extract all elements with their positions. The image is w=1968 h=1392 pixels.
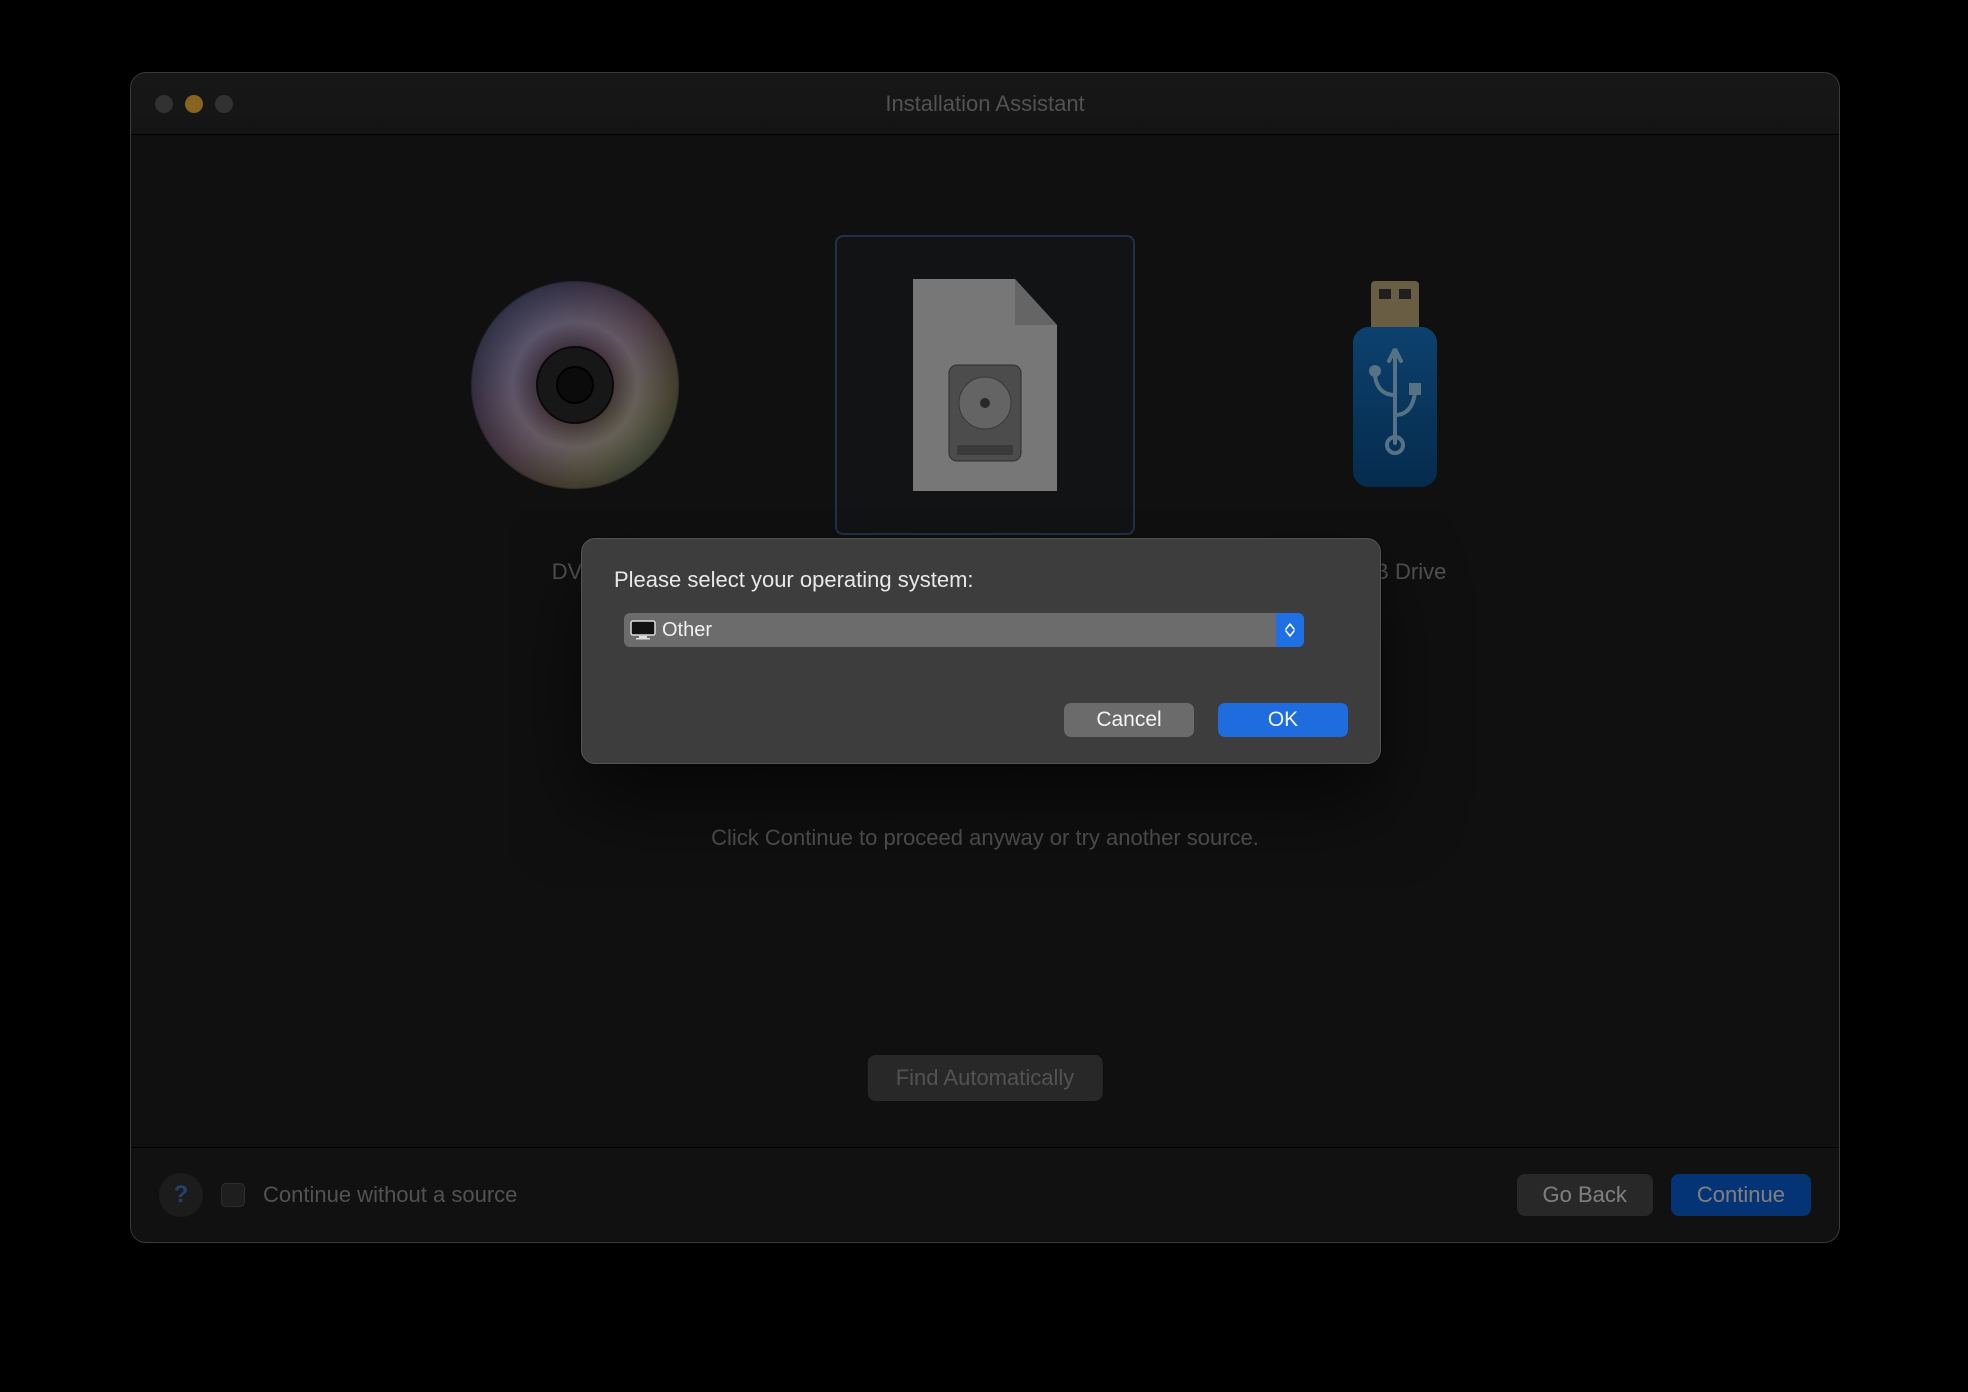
dropdown-stepper-icon — [1276, 613, 1304, 647]
os-select-value: Other — [662, 619, 712, 642]
modal-ok-button[interactable]: OK — [1218, 703, 1348, 737]
os-selection-modal: Please select your operating system: Oth… — [581, 538, 1381, 764]
installation-assistant-window: Installation Assistant — [130, 72, 1840, 1243]
os-select-dropdown[interactable]: Other — [624, 613, 1304, 647]
monitor-icon — [630, 620, 656, 640]
modal-cancel-button[interactable]: Cancel — [1064, 703, 1194, 737]
modal-prompt: Please select your operating system: — [614, 567, 1348, 593]
